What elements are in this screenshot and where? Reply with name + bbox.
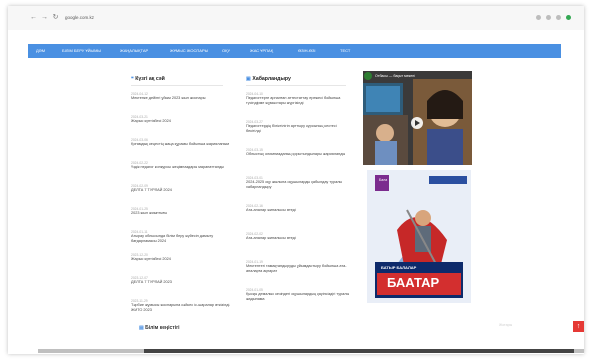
news-item[interactable]: 2024-02-02 Ата-аналар жиналысы өтеді (246, 232, 352, 241)
back-to-top-button[interactable]: ↑ (573, 321, 584, 332)
news-item[interactable]: 2024-03-21 Жарыс күнтізбесі 2024 (131, 115, 237, 124)
news-item[interactable]: 2024-02-22 Үздік педагог конкурсы жеңімпа… (131, 161, 237, 170)
section-divider (131, 85, 223, 86)
nav-item-test[interactable]: ТЕСТ (340, 48, 350, 53)
news-title[interactable]: Жарыс күнтізбесі 2024 (131, 257, 237, 262)
announcement-icon: ▣ (246, 76, 251, 82)
news-item[interactable]: 2024-03-15 Облыстық олимпиаданың қорытынд… (246, 148, 352, 157)
news-title[interactable]: Педагогтердің біліктілігін арттыру курсы… (246, 124, 352, 134)
news-title[interactable]: Қысқы демалыс кезіндегі оқушылардың қауі… (246, 292, 352, 302)
scrollbar-thumb[interactable] (144, 349, 574, 353)
news-item[interactable]: 2024-03-06 Қоғамдық кеңестің жаңа құрамы … (131, 138, 237, 147)
video-thumbnail (363, 71, 472, 165)
news-item[interactable]: 2024-01-05 Қысқы демалыс кезіндегі оқушыл… (246, 288, 352, 302)
news-title[interactable]: Ата-аналар жиналысы өтеді (246, 236, 352, 241)
news-item[interactable]: 2024-03-27 Педагогтердің біліктілігін арт… (246, 120, 352, 134)
banner-caption: БАТЫР БАЛАЛАР (381, 265, 417, 270)
news-item[interactable]: 2023-12-20 Жарыс күнтізбесі 2024 (131, 253, 237, 262)
nav-item-organization[interactable]: БІЛІМ БЕРУ ҰЙЫМЫ (62, 48, 101, 53)
news-title[interactable]: Мектепке дейінгі ұйым 2023 жыл жоспары (131, 96, 237, 101)
video-player[interactable]: Отбасы — бақыт мекені (363, 71, 472, 165)
news-title[interactable]: Атырау облысында білім беру жүйесін дамы… (131, 234, 237, 244)
news-item[interactable]: 2024-02-09 ДЕЛТА 7 ТУРЛАЙ 2024 (131, 184, 237, 193)
bottom-section-title: ▤ Білім кеңістігі (139, 325, 180, 331)
news-title[interactable]: Мектептегі тамақтандыруды ұйымдастыру бо… (246, 264, 352, 274)
video-title: Отбасы — бақыт мекені (375, 74, 416, 78)
middle-section-title: ▣ Хабарландыру (246, 76, 291, 82)
news-icon: ❝ (131, 76, 134, 82)
news-title[interactable]: 2024-2025 оқу жылына оқушыларды қабылдау… (246, 180, 352, 190)
news-title[interactable]: 2023 жыл жиынтығы (131, 211, 237, 216)
nav-item-plan[interactable]: ЖҰМЫС ЖОСПАРЫ (170, 48, 208, 53)
news-title[interactable]: Үздік педагог конкурсы жеңімпаздары мара… (131, 165, 237, 170)
news-title[interactable]: Жарыс күнтізбесі 2024 (131, 119, 237, 124)
nav-item-study[interactable]: ОҚУ (222, 48, 230, 53)
news-item[interactable]: 2024-01-11 Атырау облысында білім беру жү… (131, 230, 237, 244)
avatar[interactable] (566, 15, 571, 20)
browser-window: ← → ↻ google.com.kz ДӘМ БІЛІМ БЕРУ ҰЙЫМЫ… (8, 6, 584, 354)
news-item[interactable]: 2024-03-01 2024-2025 оқу жылына оқушылард… (246, 176, 352, 190)
news-item[interactable]: 2023-12-07 ДЕЛТА 7 ТУРЛАЙ 2023 (131, 276, 237, 285)
news-title[interactable]: Ата-аналар жиналысы өтеді (246, 208, 352, 213)
nav-item-youth[interactable]: ЖАС ҰРПАҚ (250, 48, 273, 53)
news-item[interactable]: 2024-01-25 2023 жыл жиынтығы (131, 207, 237, 216)
main-navigation: ДӘМ БІЛІМ БЕРУ ҰЙЫМЫ ЖАҢАЛЫҚТАР ЖҰМЫС ЖО… (28, 44, 561, 58)
news-item[interactable]: 2024-04-12 Мектепке дейінгі ұйым 2023 жыл… (131, 92, 237, 101)
section-icon: ▤ (139, 325, 144, 331)
news-title[interactable]: ДЕЛТА 7 ТУРЛАЙ 2024 (131, 188, 237, 193)
bookmark-icon[interactable] (536, 15, 541, 20)
banner-title: БААТАР (387, 275, 440, 290)
left-section-title: ❝ Күзгі ақ сәй (131, 76, 165, 82)
banner-brand: Бала (379, 178, 388, 182)
horizontal-scrollbar[interactable] (38, 349, 584, 353)
back-icon[interactable]: ← (30, 14, 37, 21)
forward-icon[interactable]: → (41, 14, 48, 21)
news-title[interactable]: ДЕЛТА 7 ТУРЛАЙ 2023 (131, 280, 237, 285)
news-title[interactable]: Облыстық олимпиаданың қорытындылары жари… (246, 152, 352, 157)
middle-news-column: ▣ Хабарландыру (246, 76, 346, 86)
news-item[interactable]: 2023-11-29 Тәрбие жұмысы жоспарына сәйкес… (131, 299, 237, 313)
news-item[interactable]: 2024-02-16 Ата-аналар жиналысы өтеді (246, 204, 352, 213)
news-item[interactable]: 2024-04-10 Педагогтерге арналған аттестат… (246, 92, 352, 106)
nav-item-news[interactable]: ЖАҢАЛЫҚТАР (120, 48, 148, 53)
nav-item-self[interactable]: ӨЗІН-ӨЗІ (298, 48, 316, 53)
extensions-icon[interactable] (546, 15, 551, 20)
nav-item-home[interactable]: ДӘМ (36, 48, 45, 53)
news-title[interactable]: Педагогтерге арналған аттестаттау ережес… (246, 96, 352, 106)
back-to-top-label: Жоғары (499, 323, 513, 327)
reload-icon[interactable]: ↻ (52, 14, 59, 21)
news-item[interactable]: 2024-01-19 Мектептегі тамақтандыруды ұйым… (246, 260, 352, 274)
promo-banner[interactable]: Бала БАТЫР БАЛАЛАР БААТАР (367, 170, 471, 303)
address-bar[interactable]: google.com.kz (65, 15, 94, 20)
left-news-column: ❝ Күзгі ақ сәй (131, 76, 223, 86)
browser-toolbar: ← → ↻ google.com.kz (8, 6, 584, 30)
section-divider (246, 85, 346, 86)
news-title[interactable]: Тәрбие жұмысы жоспарына сәйкес іс-шарала… (131, 303, 237, 313)
news-title[interactable]: Қоғамдық кеңестің жаңа құрамы бойынша жа… (131, 142, 237, 147)
menu-icon[interactable] (556, 15, 561, 20)
